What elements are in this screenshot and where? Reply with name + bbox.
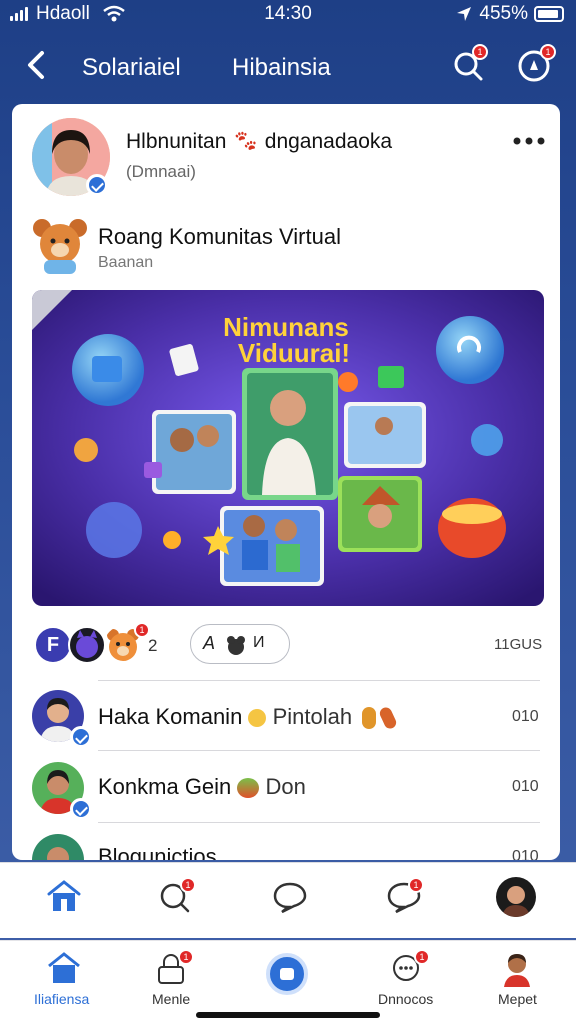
bottom-nav-label: Iliafiensa [34, 991, 90, 1007]
paw-icon: 🐾︎ [232, 130, 259, 153]
reaction-count: 2 [148, 636, 158, 655]
create-post-button[interactable] [266, 953, 308, 995]
search-tab-badge: 1 [180, 877, 196, 893]
list-item-value: 010 [512, 848, 539, 860]
list-item-avatar [32, 834, 84, 860]
bottom-nav-label: Dnnocos [378, 991, 434, 1007]
group-subtitle: Baanan [98, 254, 154, 271]
list-item-name: Blogunictios [98, 844, 217, 860]
search-tab[interactable]: 1 [158, 877, 196, 915]
list-item-value: 010 [512, 778, 539, 795]
tab-bar: 1 1 [0, 862, 576, 938]
pill-label: И [253, 634, 265, 651]
notification-button[interactable]: 1 [516, 44, 556, 84]
messages-tab[interactable]: 1 [386, 877, 424, 915]
home-icon [48, 952, 80, 983]
nav-title-left[interactable]: Solariaiel [82, 54, 181, 82]
bottom-nav-label: Mepet [498, 991, 537, 1007]
author-name-suffix: dnganadaoka [264, 130, 393, 153]
list-item-extra: Don [265, 774, 306, 799]
home-icon[interactable] [46, 879, 82, 913]
bottom-nav-label: Menle [152, 991, 191, 1007]
list-item-name: Konkma Gein [98, 774, 232, 799]
post-card: Hlbnunitan 🐾︎ dnganadaoka (Dmnaai) Roang… [12, 104, 560, 860]
profile-icon[interactable] [496, 877, 536, 917]
divider [98, 750, 540, 751]
snack-emoji-icon-2 [378, 705, 399, 731]
post-banner-image[interactable]: Nimunans Viduurai! [32, 290, 544, 606]
menu-badge: 1 [178, 949, 194, 965]
bottom-nav-profile[interactable]: Mepet [476, 941, 576, 1024]
reaction-avatar-cat[interactable] [68, 626, 106, 664]
smile-emoji-icon [248, 709, 267, 728]
divider [98, 680, 540, 681]
more-icon[interactable] [512, 136, 546, 146]
pill-letter: A [203, 633, 216, 653]
battery-icon [534, 6, 564, 22]
divider [98, 822, 540, 823]
banner-illustration: Nimunans Viduurai! [32, 290, 544, 606]
nav-title-center[interactable]: Hibainsia [232, 54, 331, 82]
bear-icon [33, 219, 87, 274]
messages-badge: 1 [414, 949, 430, 965]
top-nav-bar: Solariaiel Hibainsia 1 1 [0, 34, 576, 98]
cat-icon [76, 630, 98, 658]
location-icon [457, 7, 472, 21]
author-name[interactable]: Hlbnunitan [126, 130, 226, 153]
snack-emoji-icon [362, 707, 377, 730]
verified-badge-icon [86, 174, 108, 196]
fruit-emoji-icon [237, 778, 260, 799]
bottom-nav-home[interactable]: Iliafiensa [0, 941, 130, 1024]
list-item-name: Haka Komanin [98, 704, 243, 729]
group-name[interactable]: Roang Komunitas Virtual [98, 224, 341, 250]
reaction-pill[interactable]: A И [190, 624, 290, 664]
back-arrow-icon[interactable] [22, 48, 52, 82]
notification-badge: 1 [540, 44, 556, 60]
compose-icon [280, 968, 294, 980]
views-count: 11GUS [494, 636, 543, 653]
reaction-avatar-letter: F [46, 633, 60, 656]
profile-avatar-icon [504, 954, 530, 987]
author-subtitle: (Dmnaai) [126, 162, 196, 181]
status-bar: Hdaoll 14:30 455% [0, 0, 576, 28]
messages-tab-badge: 1 [408, 877, 424, 893]
list-item-value: 010 [512, 708, 539, 725]
battery-percent: 455% [479, 3, 528, 24]
list-item-extra: Pintolah [272, 704, 353, 729]
search-badge: 1 [472, 44, 488, 60]
search-button[interactable]: 1 [450, 44, 488, 84]
reaction-avatar-f[interactable]: F [34, 626, 72, 664]
banner-title-line2: Viduurai! [238, 338, 350, 368]
chat-icon[interactable] [272, 881, 308, 913]
home-indicator [196, 1012, 380, 1018]
pill-avatar-icon [227, 636, 245, 655]
verified-badge-icon [70, 798, 92, 820]
verified-badge-icon [70, 726, 92, 748]
